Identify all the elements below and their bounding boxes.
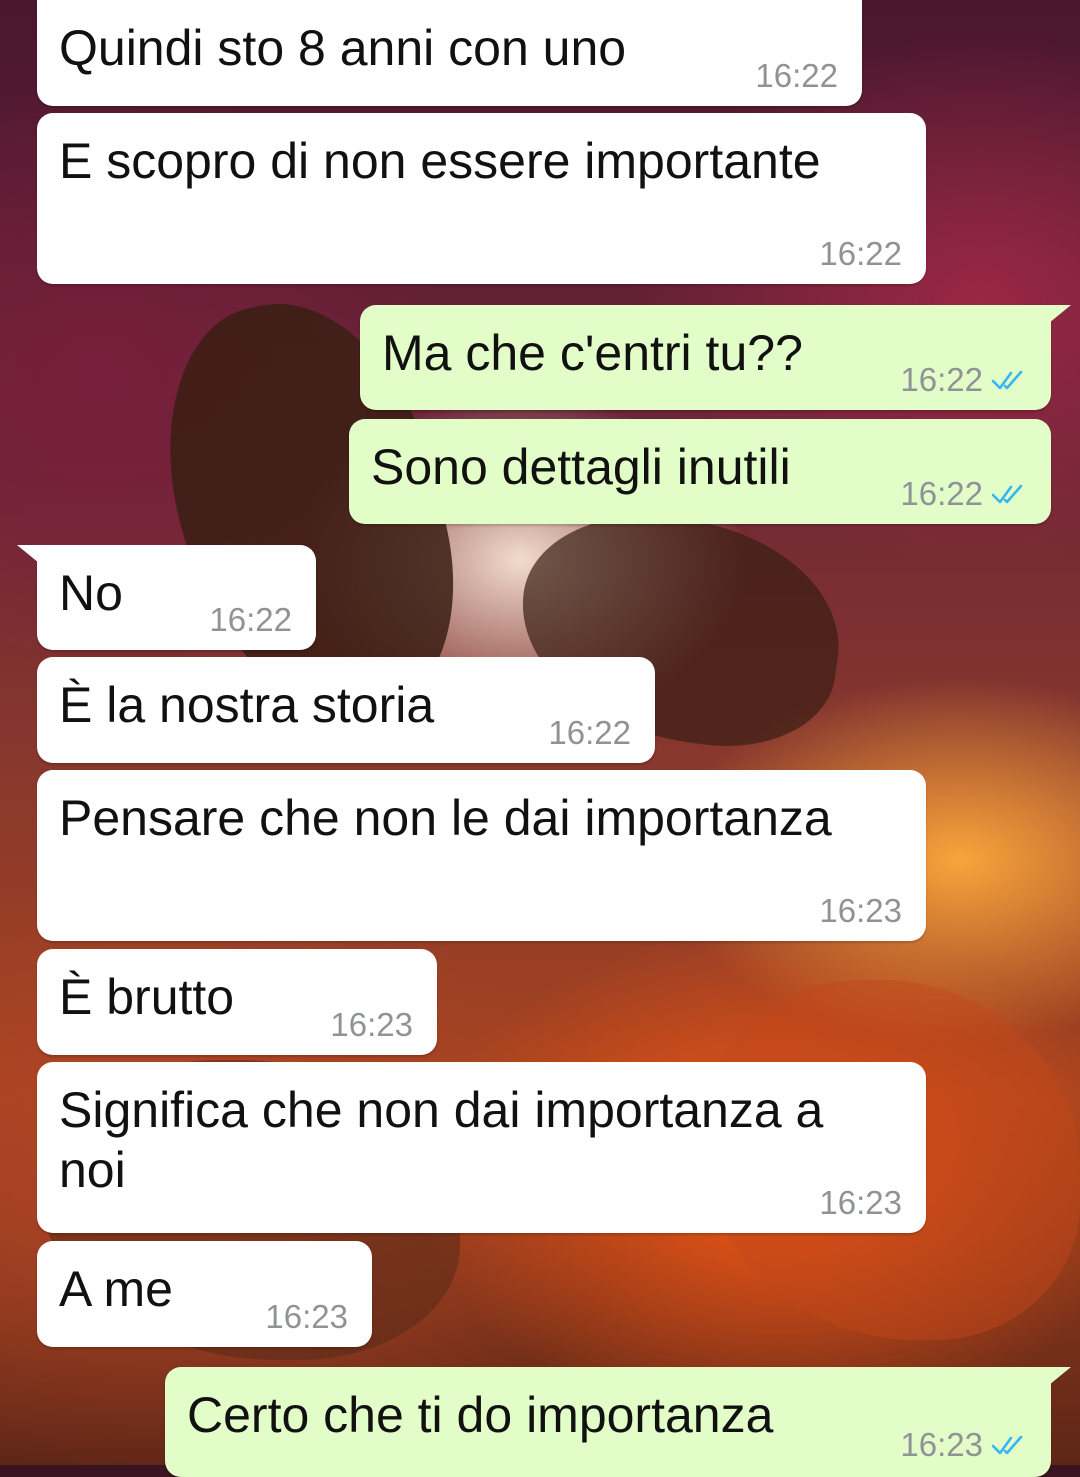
- message-text: È la nostra storia: [59, 677, 435, 733]
- message-timestamp: 16:22: [900, 475, 983, 512]
- message-timestamp: 16:23: [330, 1006, 413, 1043]
- incoming-message[interactable]: E scopro di non essere importante 16:22: [37, 113, 926, 284]
- incoming-message[interactable]: È brutto 16:23: [37, 949, 437, 1055]
- outgoing-message[interactable]: Sono dettagli inutili 16:22: [349, 419, 1051, 524]
- message-timestamp: 16:22: [548, 714, 631, 751]
- message-meta: 16:23: [330, 1007, 413, 1043]
- message-text: Quindi sto 8 anni con uno: [59, 20, 627, 76]
- message-meta: 16:22: [755, 58, 838, 94]
- message-timestamp: 16:22: [819, 235, 902, 272]
- outgoing-message[interactable]: Certo che ti do importanza 16:23: [165, 1367, 1071, 1477]
- message-meta: 16:22: [209, 602, 292, 638]
- message-timestamp: 16:22: [900, 361, 983, 398]
- double-check-icon: [991, 484, 1023, 504]
- message-timestamp: 16:23: [265, 1298, 348, 1335]
- message-meta: 16:23: [265, 1299, 348, 1335]
- bubble-tail: [1049, 1367, 1071, 1385]
- message-meta: 16:23: [819, 1185, 902, 1221]
- message-meta: 16:22: [900, 476, 1027, 512]
- message-meta: 16:22: [548, 715, 631, 751]
- message-timestamp: 16:23: [900, 1426, 983, 1463]
- message-text: Pensare che non le dai importanza: [59, 790, 832, 846]
- incoming-message[interactable]: A me 16:23: [37, 1241, 372, 1347]
- message-text: E scopro di non essere importante: [59, 133, 821, 189]
- message-meta: 16:22: [819, 236, 902, 272]
- message-timestamp: 16:22: [209, 601, 292, 638]
- incoming-message[interactable]: È la nostra storia 16:22: [37, 657, 655, 763]
- bubble-tail: [17, 545, 39, 563]
- bubble-tail: [1049, 305, 1071, 323]
- message-timestamp: 16:23: [819, 1184, 902, 1221]
- message-meta: 16:23: [819, 893, 902, 929]
- incoming-message[interactable]: Significa che non dai importanza a noi 1…: [37, 1062, 926, 1233]
- chat-message-list[interactable]: Quindi sto 8 anni con uno 16:22 E scopro…: [0, 0, 1080, 1477]
- incoming-message[interactable]: No 16:22: [17, 545, 316, 650]
- double-check-icon: [991, 370, 1023, 390]
- message-meta: 16:22: [900, 362, 1027, 398]
- incoming-message[interactable]: Quindi sto 8 anni con uno 16:22: [37, 0, 862, 106]
- outgoing-message[interactable]: Ma che c'entri tu?? 16:22: [360, 305, 1071, 410]
- incoming-message[interactable]: Pensare che non le dai importanza 16:23: [37, 770, 926, 941]
- message-timestamp: 16:23: [819, 892, 902, 929]
- double-check-icon: [991, 1435, 1023, 1455]
- message-text: Significa che non dai importanza a noi: [59, 1082, 838, 1198]
- message-meta: 16:23: [900, 1427, 1027, 1463]
- message-timestamp: 16:22: [755, 57, 838, 94]
